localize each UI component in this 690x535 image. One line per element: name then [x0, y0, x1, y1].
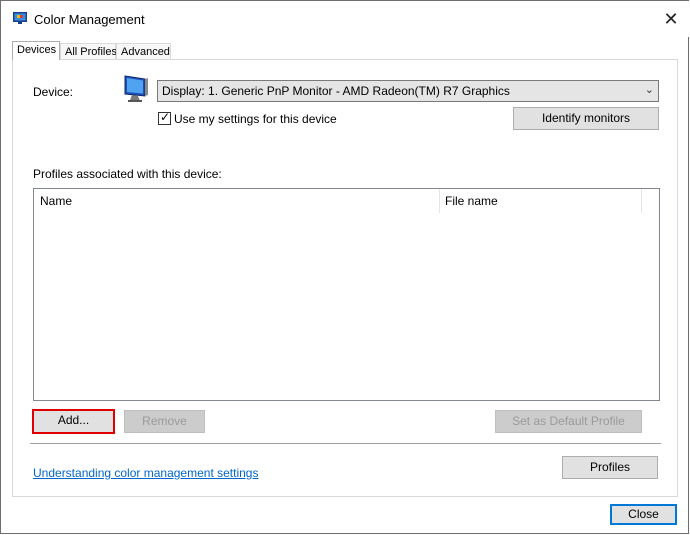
- column-separator[interactable]: [439, 189, 440, 213]
- monitor-icon: [124, 75, 148, 102]
- close-window-icon[interactable]: ✕: [653, 5, 689, 33]
- profiles-list[interactable]: Name File name: [33, 188, 660, 401]
- use-my-settings-label[interactable]: Use my settings for this device: [174, 112, 337, 126]
- close-button[interactable]: Close: [610, 504, 677, 525]
- profiles-button[interactable]: Profiles: [562, 456, 658, 479]
- tab-devices[interactable]: Devices: [12, 41, 60, 60]
- remove-button[interactable]: Remove: [124, 410, 205, 433]
- divider: [30, 443, 661, 444]
- tab-advanced[interactable]: Advanced: [116, 43, 171, 59]
- column-separator[interactable]: [641, 189, 642, 213]
- device-select[interactable]: Display: 1. Generic PnP Monitor - AMD Ra…: [157, 80, 659, 102]
- add-button[interactable]: Add...: [34, 411, 113, 432]
- use-my-settings-checkbox[interactable]: ✓: [158, 110, 171, 125]
- column-header-file-name[interactable]: File name: [445, 189, 498, 213]
- column-header-name[interactable]: Name: [40, 189, 72, 213]
- device-label: Device:: [33, 85, 74, 99]
- color-management-icon: [13, 12, 27, 24]
- chevron-down-icon: ⌄: [644, 84, 654, 96]
- title-bar: Color Management ✕: [1, 1, 689, 37]
- set-default-profile-button[interactable]: Set as Default Profile: [495, 410, 642, 433]
- window-title: Color Management: [34, 12, 145, 27]
- color-management-window: Color Management ✕ Devices All Profiles …: [0, 0, 689, 534]
- help-link[interactable]: Understanding color management settings: [33, 466, 258, 480]
- profiles-associated-label: Profiles associated with this device:: [33, 167, 222, 181]
- tab-all-profiles[interactable]: All Profiles: [60, 43, 117, 59]
- device-select-value: Display: 1. Generic PnP Monitor - AMD Ra…: [162, 84, 510, 98]
- checkmark-icon: ✓: [160, 110, 171, 124]
- identify-monitors-button[interactable]: Identify monitors: [513, 107, 659, 130]
